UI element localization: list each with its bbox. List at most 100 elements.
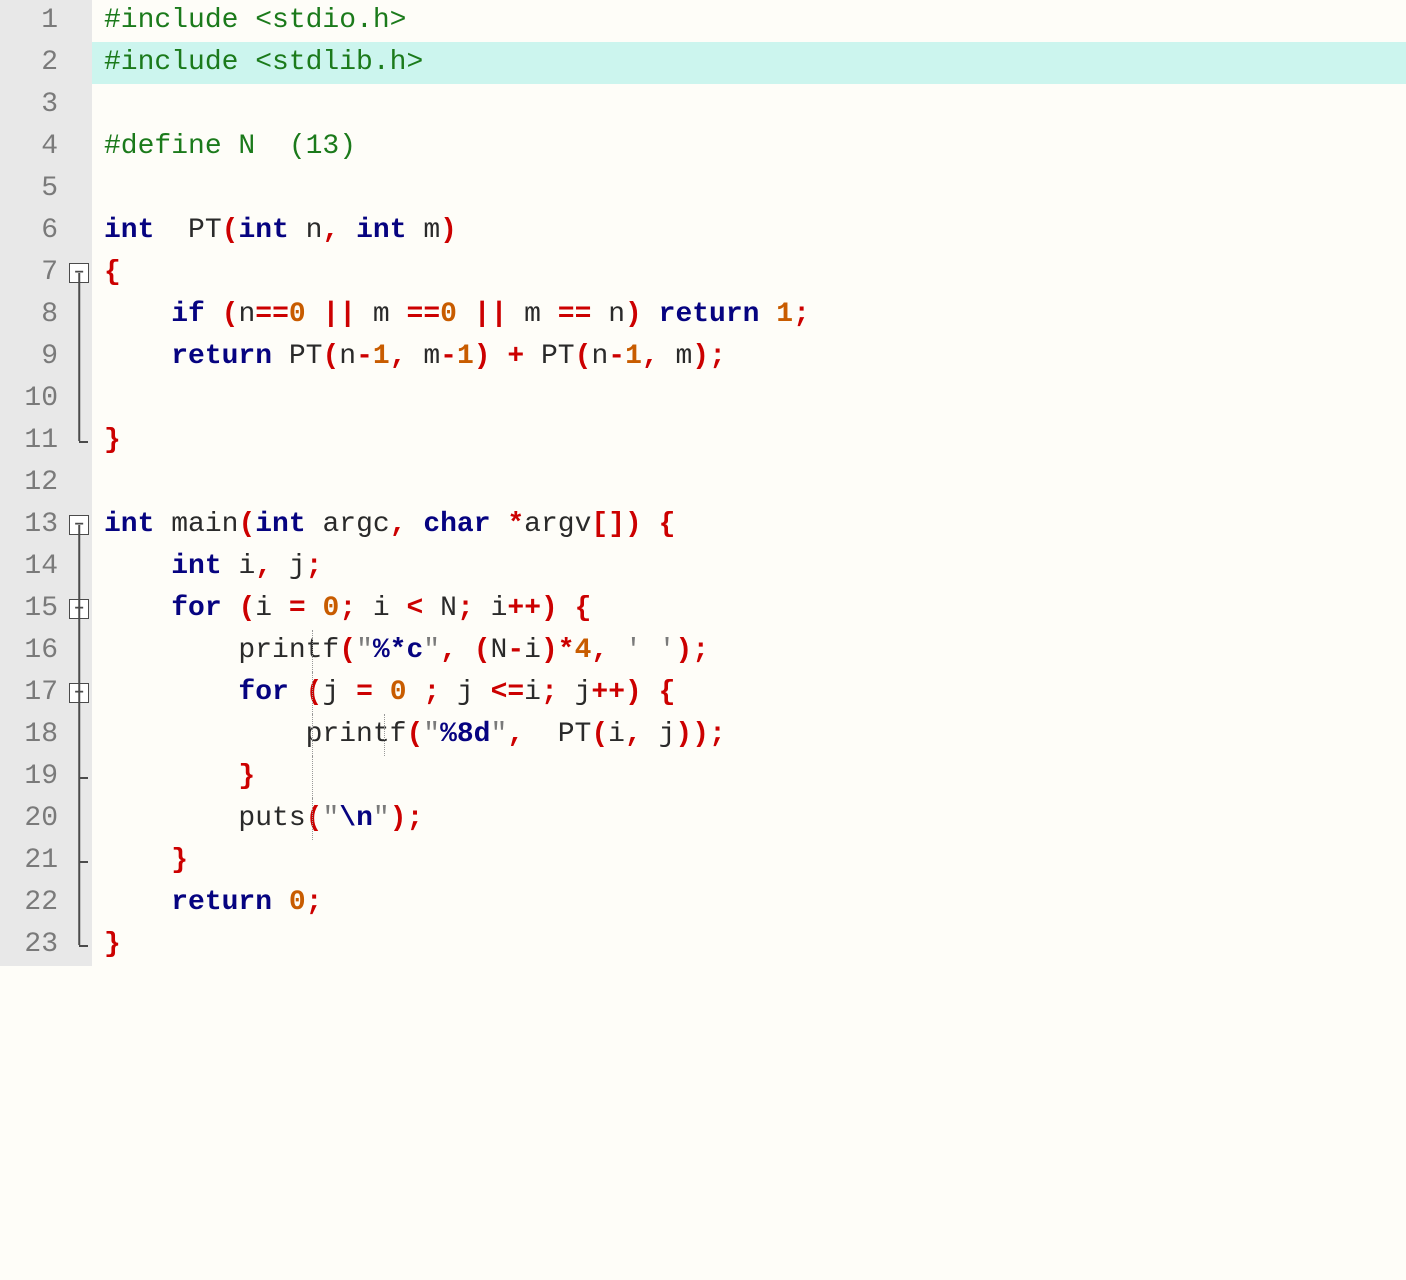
indent-guide bbox=[384, 714, 385, 756]
token-punct: ( bbox=[306, 803, 323, 834]
token-num: 1 bbox=[776, 299, 793, 330]
code-content[interactable] bbox=[92, 84, 1406, 126]
code-line[interactable]: 23} bbox=[0, 924, 1406, 966]
code-line[interactable]: 21 } bbox=[0, 840, 1406, 882]
code-content[interactable]: } bbox=[92, 420, 1406, 462]
code-content[interactable]: int main(int argc, char *argv[]) { bbox=[92, 504, 1406, 546]
code-line[interactable]: 22 return 0; bbox=[0, 882, 1406, 924]
token-num: 1 bbox=[373, 341, 390, 372]
token-punct: , bbox=[255, 551, 272, 582]
code-content[interactable]: } bbox=[92, 756, 1406, 798]
token-op: || bbox=[474, 299, 508, 330]
token-ident bbox=[104, 299, 171, 330]
token-preproc: #define N (13) bbox=[104, 131, 356, 162]
line-number: 2 bbox=[0, 42, 66, 84]
token-punct: , bbox=[440, 635, 457, 666]
token-op: < bbox=[407, 593, 424, 624]
token-ident: j bbox=[642, 719, 676, 750]
token-brace: } bbox=[104, 425, 121, 456]
token-ident bbox=[306, 299, 323, 330]
code-content[interactable]: { bbox=[92, 252, 1406, 294]
code-line[interactable]: 6int PT(int n, int m) bbox=[0, 210, 1406, 252]
code-content[interactable]: if (n==0 || m ==0 || m == n) return 1; bbox=[92, 294, 1406, 336]
code-content[interactable]: #include <stdio.h> bbox=[92, 0, 1406, 42]
token-ident bbox=[272, 887, 289, 918]
token-op: == bbox=[255, 299, 289, 330]
token-ident: argv bbox=[524, 509, 591, 540]
code-content[interactable]: int i, j; bbox=[92, 546, 1406, 588]
code-content[interactable]: puts("\n"); bbox=[92, 798, 1406, 840]
code-line[interactable]: 12 bbox=[0, 462, 1406, 504]
code-line[interactable]: 3 bbox=[0, 84, 1406, 126]
token-keyword: return bbox=[659, 299, 760, 330]
token-preproc: #include <stdio.h> bbox=[104, 5, 406, 36]
fold-gutter bbox=[66, 462, 92, 504]
token-op: = bbox=[289, 593, 306, 624]
fold-gutter bbox=[66, 294, 92, 336]
code-content[interactable]: int PT(int n, int m) bbox=[92, 210, 1406, 252]
code-content[interactable] bbox=[92, 462, 1406, 504]
token-num: 0 bbox=[289, 887, 306, 918]
token-punct: ; bbox=[423, 677, 440, 708]
token-num: 1 bbox=[625, 341, 642, 372]
code-line[interactable]: 16 printf("%*c", (N-i)*4, ' '); bbox=[0, 630, 1406, 672]
code-content[interactable]: return 0; bbox=[92, 882, 1406, 924]
code-line[interactable]: 11} bbox=[0, 420, 1406, 462]
token-num: 1 bbox=[457, 341, 474, 372]
code-line[interactable]: 5 bbox=[0, 168, 1406, 210]
code-content[interactable] bbox=[92, 168, 1406, 210]
line-number: 15 bbox=[0, 588, 66, 630]
code-content[interactable]: #include <stdlib.h> bbox=[92, 42, 1406, 84]
token-str: " bbox=[373, 803, 390, 834]
code-line[interactable]: 10 bbox=[0, 378, 1406, 420]
token-keyword: int bbox=[104, 509, 154, 540]
code-line[interactable]: 2 #include <stdlib.h> bbox=[0, 42, 1406, 84]
code-content[interactable]: printf("%*c", (N-i)*4, ' '); bbox=[92, 630, 1406, 672]
code-content[interactable]: return PT(n-1, m-1) + PT(n-1, m); bbox=[92, 336, 1406, 378]
token-punct: ( bbox=[406, 719, 423, 750]
line-number: 9 bbox=[0, 336, 66, 378]
token-punct: ; bbox=[709, 341, 726, 372]
code-line[interactable]: 19 } bbox=[0, 756, 1406, 798]
code-line[interactable]: 7−{ bbox=[0, 252, 1406, 294]
code-line[interactable]: 13−int main(int argc, char *argv[]) { bbox=[0, 504, 1406, 546]
token-ident bbox=[642, 509, 659, 540]
code-line[interactable]: 17− for (j = 0 ; j <=i; j++) { bbox=[0, 672, 1406, 714]
token-ident: m bbox=[507, 299, 557, 330]
code-content[interactable]: printf("%8d", PT(i, j)); bbox=[92, 714, 1406, 756]
fold-gutter bbox=[66, 336, 92, 378]
token-ident: m bbox=[407, 215, 441, 246]
line-number: 23 bbox=[0, 924, 66, 966]
code-content[interactable] bbox=[92, 378, 1406, 420]
line-number: 19 bbox=[0, 756, 66, 798]
token-ident: i bbox=[474, 593, 508, 624]
token-ident: i bbox=[608, 719, 625, 750]
code-line[interactable]: 4#define N (13) bbox=[0, 126, 1406, 168]
fold-gutter bbox=[66, 714, 92, 756]
code-content[interactable]: } bbox=[92, 840, 1406, 882]
token-ident: i bbox=[524, 635, 541, 666]
token-ident bbox=[558, 593, 575, 624]
fold-gutter[interactable]: − bbox=[66, 252, 92, 294]
token-op: ++ bbox=[591, 677, 625, 708]
code-content[interactable]: } bbox=[92, 924, 1406, 966]
fold-gutter[interactable]: − bbox=[66, 672, 92, 714]
token-ident: PT bbox=[524, 719, 591, 750]
line-number: 17 bbox=[0, 672, 66, 714]
code-line[interactable]: 1#include <stdio.h> bbox=[0, 0, 1406, 42]
code-line[interactable]: 15− for (i = 0; i < N; i++) { bbox=[0, 588, 1406, 630]
fold-gutter[interactable]: − bbox=[66, 588, 92, 630]
token-punct: , bbox=[591, 635, 608, 666]
token-punct: ) bbox=[625, 299, 642, 330]
fold-gutter[interactable]: − bbox=[66, 504, 92, 546]
code-line[interactable]: 14 int i, j; bbox=[0, 546, 1406, 588]
code-line[interactable]: 9 return PT(n-1, m-1) + PT(n-1, m); bbox=[0, 336, 1406, 378]
code-line[interactable]: 18 printf("%8d", PT(i, j)); bbox=[0, 714, 1406, 756]
code-editor[interactable]: 1#include <stdio.h>2#include <stdlib.h>3… bbox=[0, 0, 1406, 966]
token-ident bbox=[104, 341, 171, 372]
code-content[interactable]: #define N (13) bbox=[92, 126, 1406, 168]
code-line[interactable]: 20 puts("\n"); bbox=[0, 798, 1406, 840]
code-content[interactable]: for (i = 0; i < N; i++) { bbox=[92, 588, 1406, 630]
code-content[interactable]: for (j = 0 ; j <=i; j++) { bbox=[92, 672, 1406, 714]
code-line[interactable]: 8 if (n==0 || m ==0 || m == n) return 1; bbox=[0, 294, 1406, 336]
